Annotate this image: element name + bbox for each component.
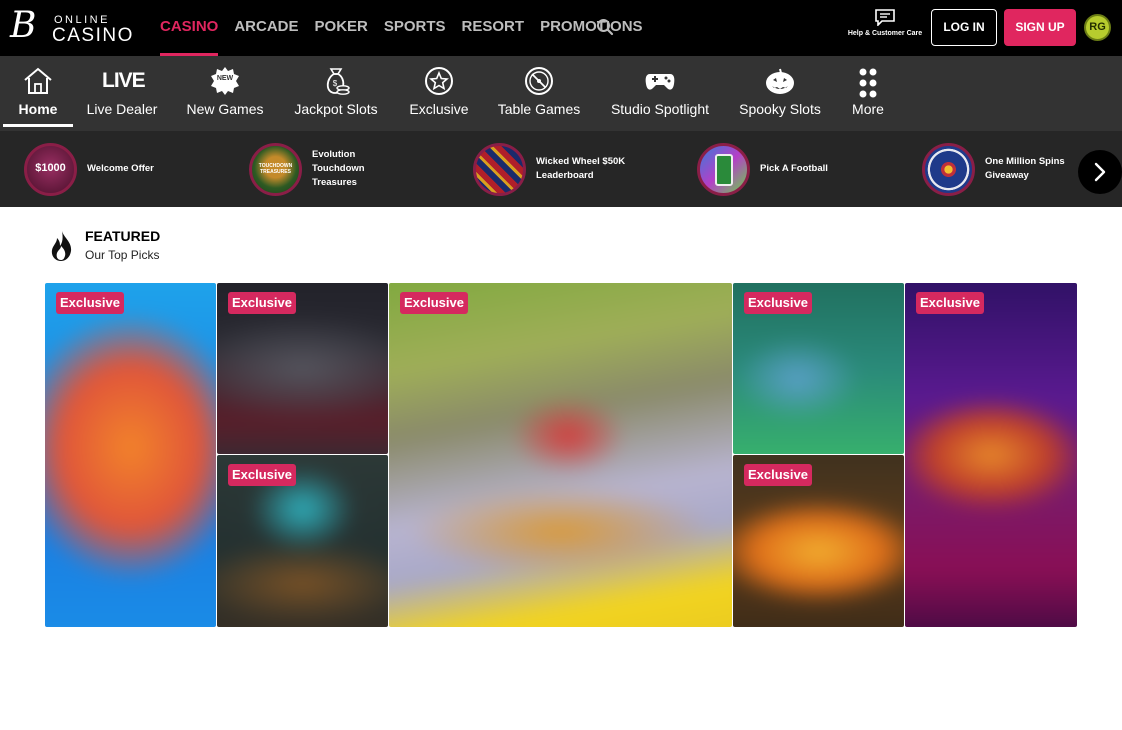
search-icon[interactable] [596, 18, 616, 38]
new-badge-icon: NEW [210, 66, 240, 96]
help-label: Help & Customer Care [847, 30, 923, 37]
promo-thumb-text: $1000 [35, 162, 66, 174]
category-table-games[interactable]: Table Games [497, 56, 581, 131]
category-live-dealer[interactable]: LIVE Live Dealer [86, 56, 158, 131]
featured-subtitle: Our Top Picks [85, 248, 160, 262]
game-tile[interactable]: Exclusive [45, 283, 216, 627]
help-customer-care[interactable]: Help & Customer Care [842, 8, 928, 50]
game-tile[interactable]: Exclusive [217, 283, 388, 454]
logo-letter: B [10, 5, 37, 46]
category-studio-spotlight[interactable]: Studio Spotlight [610, 56, 710, 131]
chat-icon [875, 9, 895, 26]
game-tile[interactable]: Exclusive [733, 455, 904, 627]
category-spooky-slots[interactable]: Spooky Slots [739, 56, 821, 131]
promo-label: Wicked Wheel $50K Leaderboard [536, 156, 626, 181]
category-jackpot-slots[interactable]: $ Jackpot Slots [293, 56, 379, 131]
category-label: Spooky Slots [739, 101, 821, 117]
nav-promotions[interactable]: PROMOTIONS [540, 0, 643, 56]
promo-next-button[interactable] [1078, 150, 1122, 194]
game-artwork [45, 283, 216, 627]
new-badge-text: NEW [216, 75, 234, 82]
category-label: Exclusive [409, 101, 469, 117]
category-exclusive[interactable]: Exclusive [408, 56, 470, 131]
game-tile[interactable]: Exclusive [733, 283, 904, 454]
category-label: Home [18, 101, 58, 117]
category-label: Live Dealer [86, 101, 158, 117]
signup-button[interactable]: SIGN UP [1004, 9, 1076, 46]
promo-thumbnail: $1000 [24, 143, 77, 196]
chevron-right-icon [1094, 162, 1106, 182]
category-label: Table Games [497, 101, 581, 117]
top-bar: B ONLINE CASINO CASINO ARCADE POKER SPOR… [0, 0, 1122, 56]
category-label: Jackpot Slots [294, 101, 378, 117]
exclusive-badge: Exclusive [744, 292, 812, 314]
promo-strip: $1000 Welcome Offer TOUCHDOWN TREASURES … [0, 131, 1122, 207]
game-tile[interactable]: Exclusive [905, 283, 1077, 627]
game-artwork [389, 283, 732, 627]
nav-casino[interactable]: CASINO [160, 0, 219, 56]
money-bag-icon: $ [326, 68, 350, 95]
svg-text:$: $ [333, 79, 338, 88]
exclusive-badge: Exclusive [916, 292, 984, 314]
flame-icon [51, 231, 72, 261]
nav-sports[interactable]: SPORTS [384, 0, 446, 56]
nav-arcade[interactable]: ARCADE [234, 0, 298, 56]
exclusive-badge: Exclusive [744, 464, 812, 486]
category-label: Studio Spotlight [610, 101, 710, 117]
nav-resort[interactable]: RESORT [462, 0, 525, 56]
category-home[interactable]: Home [3, 56, 73, 131]
star-icon [425, 67, 453, 95]
category-new-games[interactable]: NEW New Games [186, 56, 264, 131]
logo-casino-text: CASINO [52, 25, 134, 46]
promo-label: Pick A Football [760, 163, 828, 174]
promo-label: Evolution Touchdown Treasures [312, 149, 365, 188]
game-tile[interactable]: Exclusive [217, 455, 388, 627]
promo-thumbnail [697, 143, 750, 196]
exclusive-badge: Exclusive [400, 292, 468, 314]
home-icon [24, 67, 52, 94]
category-label: New Games [186, 101, 264, 117]
gamepad-icon [645, 74, 675, 90]
exclusive-badge: Exclusive [228, 464, 296, 486]
pumpkin-icon [766, 68, 794, 94]
promo-thumbnail: TOUCHDOWN TREASURES [249, 143, 302, 196]
exclusive-badge: Exclusive [228, 292, 296, 314]
exclusive-badge: Exclusive [56, 292, 124, 314]
main-nav: CASINO ARCADE POKER SPORTS RESORT PROMOT… [160, 0, 659, 56]
category-nav: Home LIVE Live Dealer NEW New Games $ Ja… [0, 56, 1122, 131]
dots-grid-icon [859, 68, 877, 98]
game-tile[interactable]: Exclusive [389, 283, 732, 627]
game-artwork [905, 283, 1077, 627]
promo-label: Welcome Offer [87, 163, 154, 174]
promo-thumbnail [473, 143, 526, 196]
promo-label: One Million Spins Giveaway [985, 156, 1065, 181]
category-label: More [852, 101, 884, 117]
featured-title: FEATURED [85, 228, 161, 244]
roulette-icon [525, 67, 553, 95]
phone-art [715, 154, 733, 186]
live-icon: LIVE [102, 69, 146, 92]
brand-logo[interactable]: B ONLINE CASINO [10, 5, 134, 47]
login-button[interactable]: LOG IN [931, 9, 997, 46]
responsible-gaming-badge[interactable]: RG [1084, 14, 1111, 41]
promo-thumbnail [922, 143, 975, 196]
promo-thumb-text: TOUCHDOWN TREASURES [258, 163, 293, 175]
nav-poker[interactable]: POKER [315, 0, 368, 56]
category-more[interactable]: More [848, 56, 888, 131]
